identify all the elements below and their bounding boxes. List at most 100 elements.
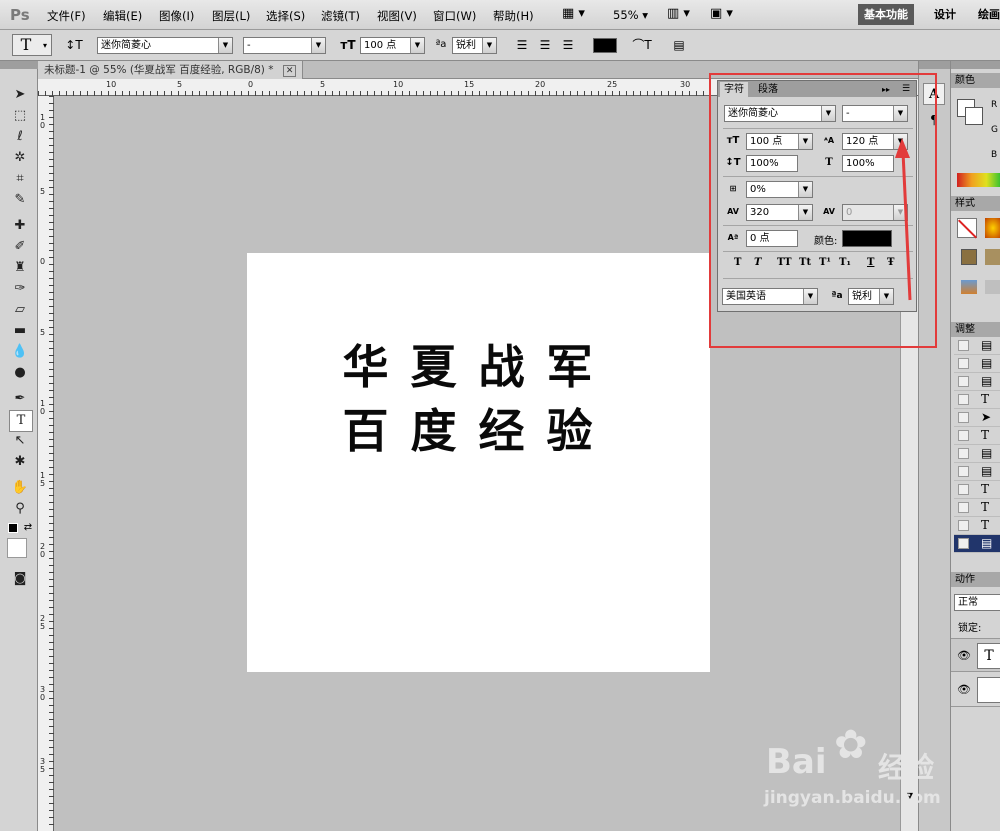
adjustment-item[interactable]: ▤ bbox=[954, 373, 1000, 391]
text-orientation-icon[interactable]: ↕T bbox=[64, 37, 84, 53]
menu-view[interactable]: 视图(V) bbox=[377, 8, 417, 24]
swap-colors-icon[interactable]: ⇄ bbox=[22, 520, 34, 536]
menu-filter[interactable]: 滤镜(T) bbox=[321, 8, 360, 24]
adjustment-item[interactable]: T bbox=[954, 391, 1000, 409]
color-spectrum-bar[interactable] bbox=[957, 173, 1000, 187]
type-tool-icon[interactable]: T bbox=[9, 410, 33, 432]
layer-row-text[interactable]: 👁 T bbox=[951, 638, 1000, 672]
panel-background-swatch[interactable] bbox=[965, 107, 983, 125]
visibility-checkbox[interactable] bbox=[958, 358, 969, 369]
marquee-tool-icon[interactable]: ⬚ bbox=[9, 106, 31, 126]
custom-shape-icon[interactable]: ✱ bbox=[9, 452, 31, 472]
workspace-design-button[interactable]: 设计 bbox=[928, 4, 962, 25]
default-colors-icon[interactable] bbox=[8, 523, 18, 533]
menu-window[interactable]: 窗口(W) bbox=[433, 8, 476, 24]
menu-select[interactable]: 选择(S) bbox=[266, 8, 305, 24]
style-swatch[interactable] bbox=[961, 249, 977, 265]
adjustment-item[interactable]: T bbox=[954, 499, 1000, 517]
style-swatch[interactable] bbox=[961, 280, 977, 294]
adjustment-item[interactable]: T bbox=[954, 481, 1000, 499]
dodge-tool-icon[interactable]: ● bbox=[9, 363, 31, 383]
text-layer-line2[interactable]: 百度经验 bbox=[247, 395, 710, 461]
style-none-swatch[interactable] bbox=[957, 218, 978, 239]
visibility-checkbox[interactable] bbox=[958, 412, 969, 423]
screen-view-icon[interactable]: ▣ ▾ bbox=[710, 6, 733, 21]
visibility-checkbox[interactable] bbox=[958, 448, 969, 459]
clone-stamp-icon[interactable]: ♜ bbox=[9, 258, 31, 278]
font-size-select[interactable]: 100 点 ▼ bbox=[360, 37, 425, 54]
visibility-checkbox[interactable] bbox=[958, 376, 969, 387]
adjustment-item[interactable]: ▤ bbox=[954, 463, 1000, 481]
path-selection-icon[interactable]: ↖ bbox=[9, 431, 31, 451]
font-family-select[interactable]: 迷你简菱心 ▼ bbox=[97, 37, 233, 54]
adjustment-item-selected[interactable]: ▤ bbox=[954, 535, 1000, 553]
move-tool-icon[interactable]: ➤ bbox=[9, 85, 31, 105]
style-swatch[interactable] bbox=[985, 249, 1000, 265]
tool-preset-picker[interactable]: T ▾ bbox=[12, 34, 52, 56]
quick-selection-icon[interactable]: ✲ bbox=[9, 148, 31, 168]
adjustment-item[interactable]: ▤ bbox=[954, 337, 1000, 355]
text-color-swatch[interactable] bbox=[593, 38, 617, 53]
brush-tool-icon[interactable]: ✐ bbox=[9, 237, 31, 257]
menu-edit[interactable]: 编辑(E) bbox=[103, 8, 142, 24]
ruler-label: 20 bbox=[535, 80, 546, 89]
blur-tool-icon[interactable]: 💧 bbox=[9, 342, 31, 362]
eye-icon[interactable]: 👁 bbox=[957, 649, 971, 662]
style-swatch[interactable] bbox=[985, 218, 1000, 238]
visibility-checkbox[interactable] bbox=[958, 484, 969, 495]
close-icon[interactable]: ✕ bbox=[282, 65, 297, 77]
menu-layer[interactable]: 图层(L) bbox=[212, 8, 250, 24]
text-layer-line1[interactable]: 华夏战军 bbox=[247, 331, 710, 397]
lasso-tool-icon[interactable]: ℓ bbox=[9, 127, 31, 147]
quick-mask-icon[interactable]: ◙ bbox=[9, 569, 31, 589]
visibility-checkbox[interactable] bbox=[958, 502, 969, 513]
style-swatch[interactable] bbox=[985, 280, 1000, 294]
anti-alias-select[interactable]: 锐利 ▼ bbox=[452, 37, 497, 54]
visibility-checkbox[interactable] bbox=[958, 340, 969, 351]
font-style-select[interactable]: - ▼ bbox=[243, 37, 326, 54]
pen-tool-icon[interactable]: ✒ bbox=[9, 389, 31, 409]
align-right-icon[interactable]: ☰ bbox=[558, 37, 578, 53]
eyedropper-tool-icon[interactable]: ✎ bbox=[9, 190, 31, 210]
arrange-documents-icon[interactable]: ▥ ▾ bbox=[667, 6, 690, 21]
healing-brush-icon[interactable]: ✚ bbox=[9, 216, 31, 236]
menu-file[interactable]: 文件(F) bbox=[47, 8, 86, 24]
tab-color[interactable]: 颜色 bbox=[951, 73, 1000, 88]
zoom-level-dropdown[interactable]: 55% ▾ bbox=[613, 8, 648, 22]
adjustment-item[interactable]: T bbox=[954, 427, 1000, 445]
eye-icon[interactable]: 👁 bbox=[957, 683, 971, 696]
zoom-tool-icon[interactable]: ⚲ bbox=[9, 499, 31, 519]
visibility-checkbox[interactable] bbox=[958, 430, 969, 441]
document-tab[interactable]: 未标题-1 @ 55% (华夏战军 百度经验, RGB/8) * ✕ bbox=[38, 61, 304, 79]
visibility-checkbox[interactable] bbox=[958, 394, 969, 405]
hand-tool-icon[interactable]: ✋ bbox=[9, 478, 31, 498]
visibility-checkbox[interactable] bbox=[958, 538, 969, 549]
visibility-checkbox[interactable] bbox=[958, 520, 969, 531]
workspace-painting-button[interactable]: 绘画 bbox=[972, 4, 1000, 25]
toggle-panels-icon[interactable]: ▤ bbox=[669, 37, 689, 53]
lock-label: 锁定: bbox=[958, 623, 982, 634]
tab-styles[interactable]: 样式 bbox=[951, 196, 1000, 211]
crop-tool-icon[interactable]: ⌗ bbox=[9, 169, 31, 189]
adjustment-item[interactable]: ➤ bbox=[954, 409, 1000, 427]
warp-text-icon[interactable]: ⌒T bbox=[632, 37, 652, 53]
visibility-checkbox[interactable] bbox=[958, 466, 969, 477]
align-left-icon[interactable]: ☰ bbox=[512, 37, 532, 53]
menu-image[interactable]: 图像(I) bbox=[159, 8, 194, 24]
workspace-essentials-button[interactable]: 基本功能 bbox=[858, 4, 914, 25]
tab-actions[interactable]: 动作 bbox=[951, 572, 1000, 587]
history-brush-icon[interactable]: ✑ bbox=[9, 279, 31, 299]
blend-mode-select[interactable]: 正常 bbox=[954, 594, 1000, 611]
adjustment-item[interactable]: T bbox=[954, 517, 1000, 535]
tab-adjustments[interactable]: 调整 bbox=[951, 322, 1000, 337]
align-center-icon[interactable]: ☰ bbox=[535, 37, 555, 53]
foreground-color-swatch[interactable] bbox=[7, 538, 27, 558]
gradient-tool-icon[interactable]: ▬ bbox=[9, 321, 31, 341]
adjustment-item[interactable]: ▤ bbox=[954, 445, 1000, 463]
adjustment-item[interactable]: ▤ bbox=[954, 355, 1000, 373]
eraser-tool-icon[interactable]: ▱ bbox=[9, 300, 31, 320]
menu-help[interactable]: 帮助(H) bbox=[493, 8, 534, 24]
layer-row-background[interactable]: 👁 bbox=[951, 673, 1000, 707]
screen-mode-icon[interactable]: ▦ ▾ bbox=[562, 6, 585, 21]
document-canvas[interactable]: 华夏战军 百度经验 bbox=[247, 253, 710, 672]
